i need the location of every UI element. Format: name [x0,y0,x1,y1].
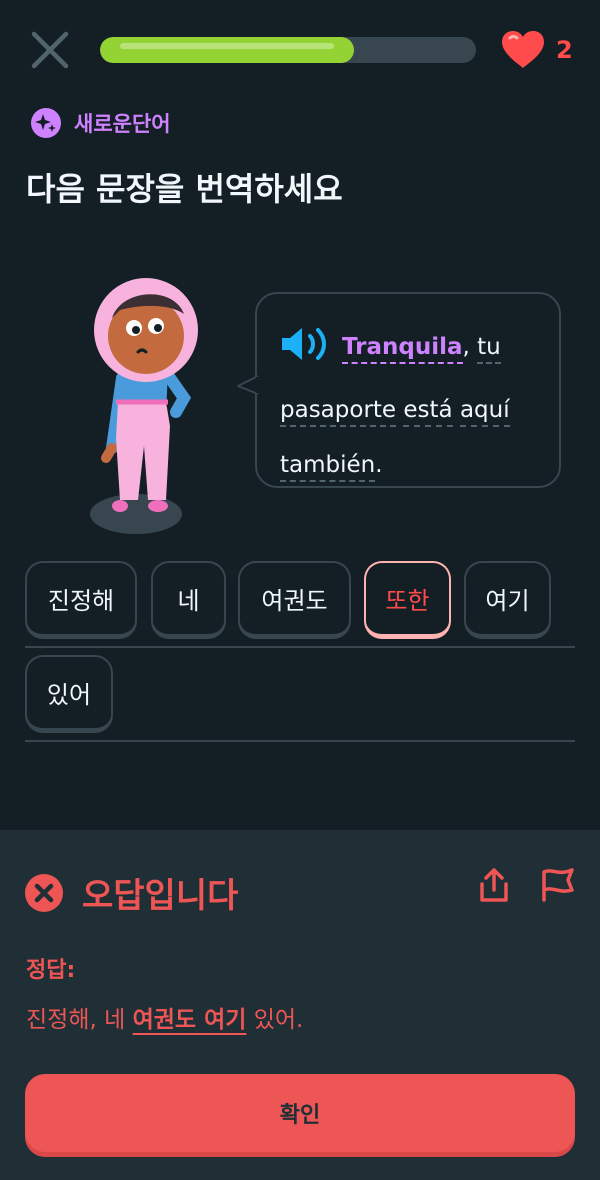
confirm-button[interactable]: 확인 [25,1074,575,1152]
error-icon [25,874,63,912]
answer-tile[interactable]: 여기 [464,561,551,639]
progress-bar-shine [120,43,334,49]
progress-bar [100,37,476,63]
share-icon [480,868,508,902]
answer-tile[interactable]: 진정해 [25,561,137,639]
answer-tile[interactable]: 여권도 [238,561,351,639]
hearts-count: 2 [556,36,573,64]
new-word-badge: 새로운단어 [30,107,171,139]
correct-answer-label: 정답: [26,958,76,983]
correct-answer-text: 진정해, 네 여권도 여기 있어. [26,1000,303,1034]
badge-label: 새로운단어 [74,112,171,136]
share-button[interactable] [474,866,514,906]
report-button[interactable] [538,864,578,904]
speech-bubble-tail [237,375,260,395]
result-title: 오답입니다 [82,876,239,916]
close-icon [31,31,69,69]
prompt-word[interactable]: tu [477,332,501,364]
correct-answer-prefix: 진정해, 네 [26,1007,133,1033]
prompt-word[interactable]: pasaporte [280,395,397,427]
progress-bar-fill [100,37,354,63]
prompt-sentence: Tranquila, tu pasaporte está aquí tambié… [280,320,555,493]
sparkle-icon [31,108,61,138]
character-illustration [90,278,198,534]
answer-tile[interactable]: 네 [151,561,226,639]
answer-tile[interactable]: 있어 [25,655,113,733]
answer-tile[interactable]: 또한 [364,561,451,639]
correct-answer-suffix: 있어. [246,1007,304,1033]
prompt-word[interactable]: también [280,450,376,482]
answer-row-line [25,646,575,648]
hearts-counter[interactable]: 2 [500,28,573,72]
prompt-punctuation: , [462,334,470,360]
correct-answer-highlight: 여권도 여기 [132,1007,247,1033]
flag-icon [542,868,574,902]
heart-icon [502,31,544,68]
prompt-word[interactable]: aquí [459,395,510,427]
close-button[interactable] [28,28,72,72]
prompt-punctuation: . [375,452,383,478]
page-title: 다음 문장을 번역하세요 [26,170,343,208]
prompt-word[interactable]: Tranquila [342,332,463,364]
prompt-word[interactable]: está [403,395,453,427]
speaker-icon[interactable] [280,326,330,383]
answer-row-line [25,740,575,742]
